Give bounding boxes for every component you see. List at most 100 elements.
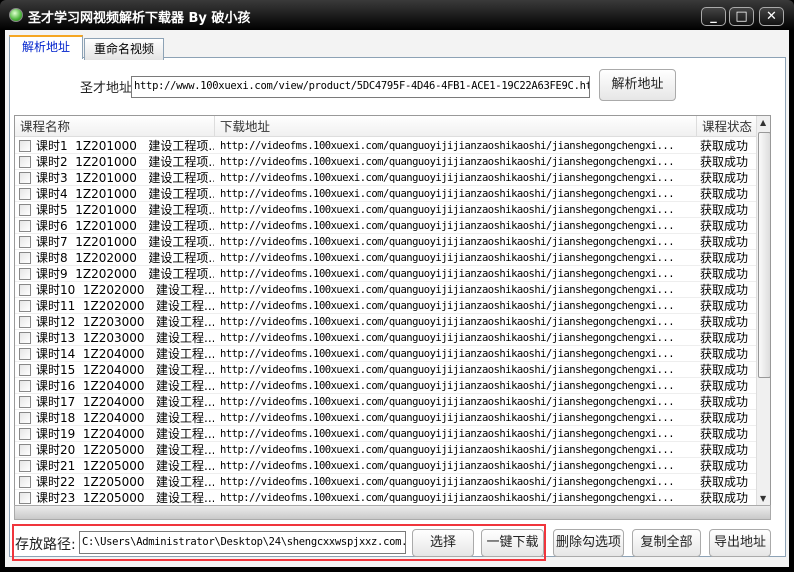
download-url: http://videofms.100xuexi.com/quanguoyiji… — [220, 140, 675, 152]
table-row[interactable]: 课时14 1Z204000 建设工程... http://videofms.100… — [15, 346, 756, 362]
table-row[interactable]: 课时3 1Z201000 建设工程项... http://videofms.100… — [15, 170, 756, 186]
row-checkbox[interactable] — [19, 172, 31, 184]
course-status: 获取成功 — [700, 363, 749, 377]
course-name: 课时7 1Z201000 建设工程项... — [36, 235, 214, 249]
row-checkbox[interactable] — [19, 204, 31, 216]
table-row[interactable]: 课时10 1Z202000 建设工程... http://videofms.100… — [15, 282, 756, 298]
course-status: 获取成功 — [700, 491, 749, 505]
download-all-button[interactable]: 一键下载 — [481, 529, 544, 557]
download-url: http://videofms.100xuexi.com/quanguoyiji… — [220, 348, 675, 360]
table-row[interactable]: 课时12 1Z203000 建设工程... http://videofms.100… — [15, 314, 756, 330]
row-checkbox[interactable] — [19, 284, 31, 296]
row-checkbox[interactable] — [19, 300, 31, 312]
download-url: http://videofms.100xuexi.com/quanguoyiji… — [220, 316, 675, 328]
table-row[interactable]: 课时21 1Z205000 建设工程... http://videofms.100… — [15, 458, 756, 474]
export-button[interactable]: 导出地址 — [709, 529, 771, 557]
row-checkbox[interactable] — [19, 268, 31, 280]
course-name: 课时21 1Z205000 建设工程... — [36, 459, 214, 473]
close-button[interactable]: ✕ — [759, 7, 784, 26]
delete-checked-button[interactable]: 删除勾选项 — [553, 529, 624, 557]
table-row[interactable]: 课时20 1Z205000 建设工程... http://videofms.100… — [15, 442, 756, 458]
table-row[interactable]: 课时5 1Z201000 建设工程项... http://videofms.100… — [15, 202, 756, 218]
course-name: 课时19 1Z204000 建设工程... — [36, 427, 214, 441]
maximize-button[interactable]: □ — [729, 7, 754, 26]
tab-parse-address[interactable]: 解析地址 — [9, 35, 83, 59]
path-input[interactable]: C:\Users\Administrator\Desktop\24\shengc… — [79, 531, 406, 554]
course-status: 获取成功 — [700, 283, 749, 297]
table-row[interactable]: 课时7 1Z201000 建设工程项... http://videofms.100… — [15, 234, 756, 250]
course-status: 获取成功 — [700, 459, 749, 473]
download-url: http://videofms.100xuexi.com/quanguoyiji… — [220, 188, 675, 200]
table-row[interactable]: 课时15 1Z204000 建设工程... http://videofms.100… — [15, 362, 756, 378]
row-checkbox[interactable] — [19, 316, 31, 328]
row-checkbox[interactable] — [19, 188, 31, 200]
row-checkbox[interactable] — [19, 460, 31, 472]
row-checkbox[interactable] — [19, 492, 31, 504]
vertical-scrollbar[interactable]: ▲ ▼ — [756, 116, 770, 505]
row-checkbox[interactable] — [19, 428, 31, 440]
column-header-name[interactable]: 课程名称 — [15, 116, 215, 137]
table-row[interactable]: 课时22 1Z205000 建设工程... http://videofms.100… — [15, 474, 756, 490]
table-row[interactable]: 课时6 1Z201000 建设工程项... http://videofms.100… — [15, 218, 756, 234]
tab-rename-video[interactable]: 重命名视频 — [84, 38, 164, 60]
url-label: 圣才地址 — [80, 81, 133, 96]
table-row[interactable]: 课时17 1Z204000 建设工程... http://videofms.100… — [15, 394, 756, 410]
course-status: 获取成功 — [700, 347, 749, 361]
row-checkbox[interactable] — [19, 236, 31, 248]
table-row[interactable]: 课时19 1Z204000 建设工程... http://videofms.100… — [15, 426, 756, 442]
course-name: 课时17 1Z204000 建设工程... — [36, 395, 214, 409]
course-status: 获取成功 — [700, 203, 749, 217]
table-row[interactable]: 课时9 1Z202000 建设工程项... http://videofms.100… — [15, 266, 756, 282]
table-row[interactable]: 课时8 1Z202000 建设工程项... http://videofms.100… — [15, 250, 756, 266]
table-row[interactable]: 课时4 1Z201000 建设工程项... http://videofms.100… — [15, 186, 756, 202]
row-checkbox[interactable] — [19, 444, 31, 456]
download-url: http://videofms.100xuexi.com/quanguoyiji… — [220, 412, 675, 424]
choose-button[interactable]: 选择 — [412, 529, 474, 557]
row-checkbox[interactable] — [19, 348, 31, 360]
row-checkbox[interactable] — [19, 220, 31, 232]
table-row[interactable]: 课时23 1Z205000 建设工程... http://videofms.100… — [15, 490, 756, 505]
list-header: 课程名称 下载地址 课程状态 — [15, 116, 756, 137]
row-checkbox[interactable] — [19, 156, 31, 168]
download-url: http://videofms.100xuexi.com/quanguoyiji… — [220, 396, 675, 408]
scroll-up-arrow-icon[interactable]: ▲ — [760, 118, 766, 127]
row-checkbox[interactable] — [19, 364, 31, 376]
course-name: 课时15 1Z204000 建设工程... — [36, 363, 214, 377]
course-status: 获取成功 — [700, 219, 749, 233]
course-status: 获取成功 — [700, 411, 749, 425]
download-url: http://videofms.100xuexi.com/quanguoyiji… — [220, 252, 675, 264]
row-checkbox[interactable] — [19, 332, 31, 344]
course-name: 课时22 1Z205000 建设工程... — [36, 475, 214, 489]
table-row[interactable]: 课时13 1Z203000 建设工程... http://videofms.100… — [15, 330, 756, 346]
course-name: 课时4 1Z201000 建设工程项... — [36, 187, 214, 201]
column-header-status[interactable]: 课程状态 — [697, 116, 756, 137]
row-checkbox[interactable] — [19, 380, 31, 392]
table-row[interactable]: 课时2 1Z201000 建设工程项... http://videofms.100… — [15, 154, 756, 170]
course-name: 课时5 1Z201000 建设工程项... — [36, 203, 214, 217]
course-status: 获取成功 — [700, 315, 749, 329]
row-checkbox[interactable] — [19, 140, 31, 152]
download-url: http://videofms.100xuexi.com/quanguoyiji… — [220, 332, 675, 344]
course-status: 获取成功 — [700, 187, 749, 201]
table-row[interactable]: 课时1 1Z201000 建设工程项... http://videofms.100… — [15, 138, 756, 154]
course-status: 获取成功 — [700, 139, 749, 153]
parse-button[interactable]: 解析地址 — [599, 69, 676, 101]
app-window: 圣才学习网视频解析下载器 By 破小孩 _ □ ✕ 解析地址 重命名视频 圣才地… — [0, 0, 794, 572]
scroll-thumb[interactable] — [758, 132, 770, 378]
copy-all-button[interactable]: 复制全部 — [632, 529, 701, 557]
horizontal-scrollbar[interactable] — [14, 505, 771, 520]
row-checkbox[interactable] — [19, 476, 31, 488]
table-row[interactable]: 课时16 1Z204000 建设工程... http://videofms.100… — [15, 378, 756, 394]
table-row[interactable]: 课时11 1Z202000 建设工程... http://videofms.100… — [15, 298, 756, 314]
scroll-down-arrow-icon[interactable]: ▼ — [760, 494, 766, 503]
column-header-url[interactable]: 下载地址 — [215, 116, 697, 137]
url-input[interactable]: http://www.100xuexi.com/view/product/5DC… — [131, 76, 590, 98]
table-row[interactable]: 课时18 1Z204000 建设工程... http://videofms.100… — [15, 410, 756, 426]
row-checkbox[interactable] — [19, 396, 31, 408]
row-checkbox[interactable] — [19, 252, 31, 264]
course-status: 获取成功 — [700, 395, 749, 409]
minimize-button[interactable]: _ — [701, 7, 726, 26]
download-url: http://videofms.100xuexi.com/quanguoyiji… — [220, 284, 675, 296]
row-checkbox[interactable] — [19, 412, 31, 424]
course-status: 获取成功 — [700, 379, 749, 393]
